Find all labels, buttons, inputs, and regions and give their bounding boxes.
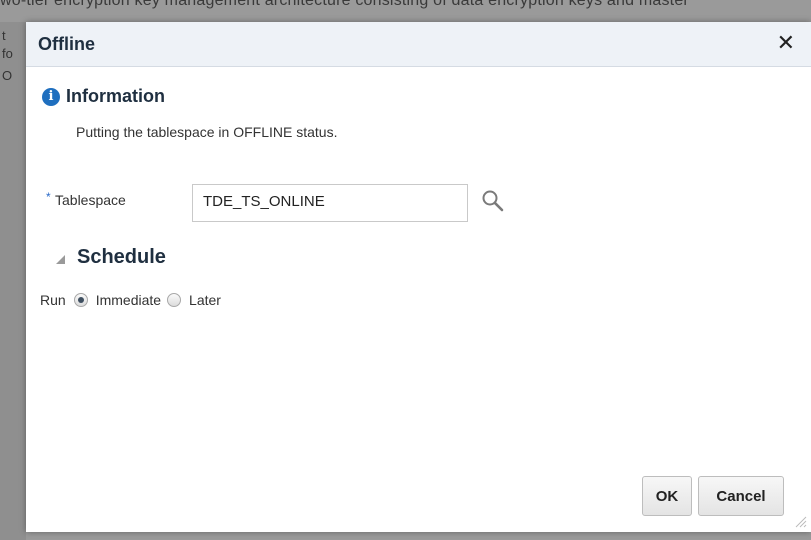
information-message: Putting the tablespace in OFFLINE status… bbox=[76, 124, 338, 140]
disclosure-triangle-icon[interactable] bbox=[56, 255, 65, 264]
information-title: Information bbox=[66, 86, 165, 106]
schedule-title: Schedule bbox=[77, 246, 166, 268]
required-marker: * bbox=[46, 190, 51, 204]
radio-immediate-label[interactable]: Immediate bbox=[96, 292, 161, 308]
schedule-header[interactable]: Schedule bbox=[56, 246, 166, 269]
background-left-strip: t fo O bbox=[0, 22, 26, 540]
resize-grip-icon[interactable] bbox=[793, 514, 807, 528]
dialog-titlebar: Offline ✕ bbox=[26, 22, 811, 67]
ok-button[interactable]: OK bbox=[642, 476, 692, 516]
offline-dialog: Offline ✕ i Information Putting the tabl… bbox=[26, 22, 811, 532]
close-icon[interactable]: ✕ bbox=[777, 32, 795, 54]
run-options: Run Immediate Later bbox=[40, 292, 227, 308]
radio-later[interactable] bbox=[167, 293, 182, 307]
search-icon[interactable] bbox=[480, 188, 506, 214]
information-header: i Information bbox=[42, 86, 165, 107]
radio-immediate[interactable] bbox=[73, 293, 88, 307]
tablespace-label: Tablespace bbox=[55, 192, 126, 208]
tablespace-input[interactable]: TDE_TS_ONLINE bbox=[192, 184, 468, 222]
cancel-button[interactable]: Cancel bbox=[698, 476, 784, 516]
run-label: Run bbox=[40, 292, 66, 308]
dialog-title: Offline bbox=[38, 34, 95, 54]
radio-later-label[interactable]: Later bbox=[189, 292, 221, 308]
info-icon: i bbox=[42, 87, 60, 106]
background-page-text: wo-tier encryption key management archit… bbox=[0, 0, 689, 9]
